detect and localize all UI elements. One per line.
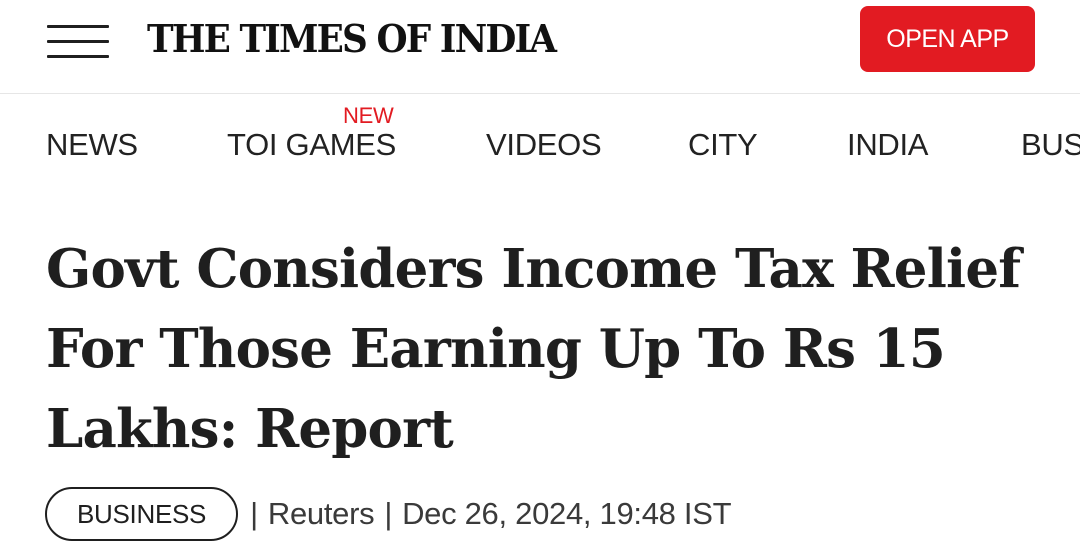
nav-item-business[interactable]: BUS — [1021, 127, 1080, 163]
hamburger-menu-icon[interactable] — [47, 23, 109, 61]
article-headline: Govt Considers Income Tax Relief For Tho… — [46, 238, 1021, 460]
open-app-button[interactable]: OPEN APP — [860, 6, 1035, 72]
article-timestamp: Dec 26, 2024, 19:48 IST — [402, 496, 732, 531]
nav-item-city[interactable]: CITY — [688, 127, 758, 163]
new-badge: NEW — [343, 103, 394, 128]
nav-item-news[interactable]: NEWS — [46, 127, 138, 163]
top-header: THE TIMES OF INDIA OPEN APP — [0, 0, 1080, 94]
nav-item-videos[interactable]: VIDEOS — [486, 127, 602, 163]
section-nav: NEWS NEW TOI GAMES VIDEOS CITY INDIA BUS — [0, 94, 1080, 190]
nav-item-india[interactable]: INDIA — [847, 127, 928, 163]
separator: | — [250, 496, 258, 531]
site-logo[interactable]: THE TIMES OF INDIA — [147, 16, 557, 62]
menu-bar — [47, 25, 109, 28]
article-source: Reuters — [267, 496, 375, 531]
article-meta: BUSINESS | Reuters | Dec 26, 2024, 19:48… — [45, 487, 732, 541]
category-tag[interactable]: BUSINESS — [45, 487, 239, 541]
menu-bar — [47, 55, 109, 58]
separator: | — [384, 496, 393, 531]
nav-item-toi-games[interactable]: TOI GAMES — [227, 127, 396, 163]
menu-bar — [47, 40, 109, 43]
